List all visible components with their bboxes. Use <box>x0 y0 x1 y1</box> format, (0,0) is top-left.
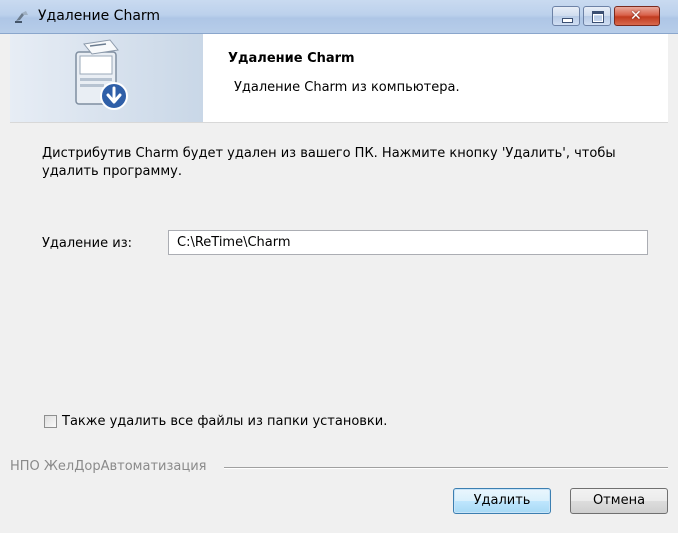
install-path-field[interactable]: C:\ReTime\Charm <box>168 230 648 255</box>
banner-subtitle: Удаление Charm из компьютера. <box>234 80 460 95</box>
minimize-button[interactable] <box>552 6 580 26</box>
remove-all-files-label[interactable]: Также удалить все файлы из папки установ… <box>62 414 387 429</box>
description-text: Дистрибутив Charm будет удален из вашего… <box>42 146 616 179</box>
window-title: Удаление Charm <box>38 8 161 24</box>
maximize-icon <box>592 11 604 23</box>
header-banner: Удаление Charm Удаление Charm из компьют… <box>10 34 668 123</box>
cancel-button[interactable]: Отмена <box>570 488 668 514</box>
minimize-icon <box>562 18 573 23</box>
close-icon: ✕ <box>630 8 642 24</box>
company-name: НПО ЖелДорАвтоматизация <box>10 459 211 474</box>
remove-from-label: Удаление из: <box>42 236 133 251</box>
dialog-body: Дистрибутив Charm будет удален из вашего… <box>10 123 668 533</box>
remove-all-files-checkbox[interactable] <box>44 415 57 428</box>
setup-app-icon <box>15 11 28 23</box>
close-button[interactable]: ✕ <box>614 6 660 26</box>
uninstall-dialog: Удаление Charm ✕ Удаление Charm Удаление… <box>0 0 678 533</box>
banner-artwork <box>10 34 203 122</box>
maximize-button[interactable] <box>583 6 611 26</box>
title-bar[interactable]: Удаление Charm ✕ <box>0 0 678 34</box>
branding-divider <box>224 467 668 469</box>
banner-title: Удаление Charm <box>228 51 355 66</box>
uninstall-computer-icon <box>75 39 128 110</box>
remove-button[interactable]: Удалить <box>453 488 551 514</box>
branding-line: НПО ЖелДорАвтоматизация <box>10 459 668 475</box>
